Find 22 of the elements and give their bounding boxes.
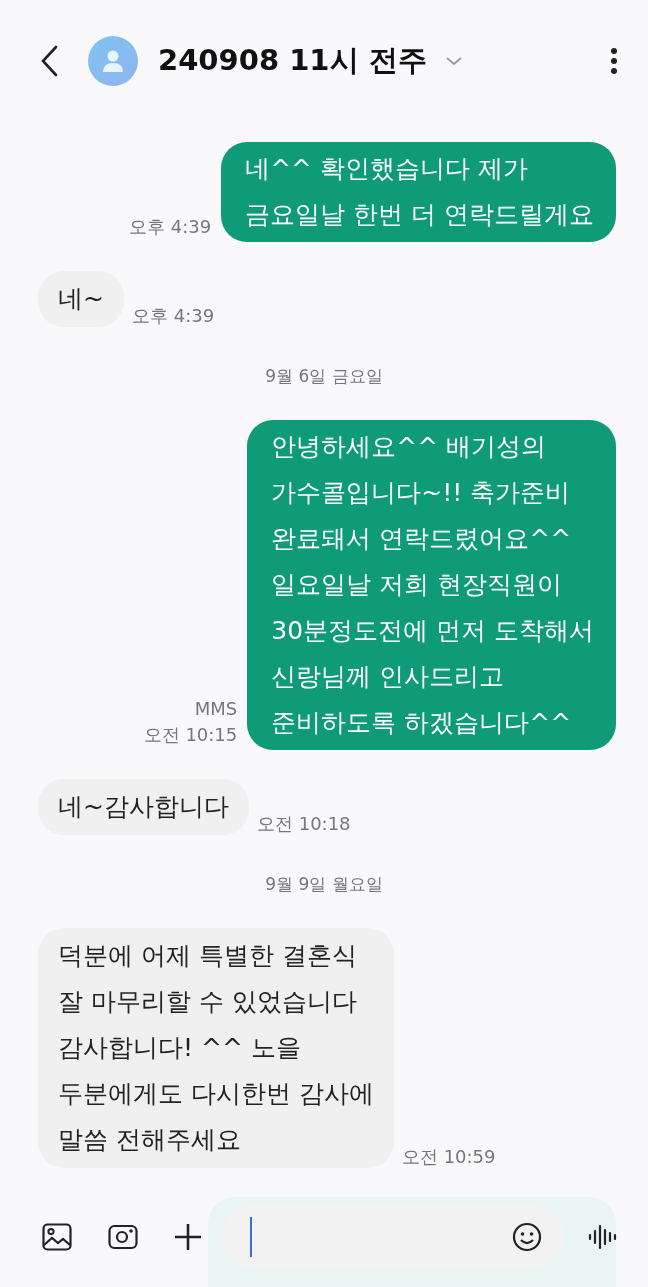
more-options-icon[interactable] (610, 47, 618, 75)
message-time: 오후 4:39 (129, 215, 212, 239)
emoji-icon[interactable] (512, 1222, 542, 1252)
gallery-icon[interactable] (42, 1223, 72, 1251)
date-divider: 9월 6일 금요일 (265, 365, 383, 388)
message-time: 오후 4:39 (131, 304, 215, 328)
message-time: 오전 10:15 (143, 723, 238, 747)
message-bubble[interactable]: 네~감사합니다 (38, 779, 249, 835)
avatar-icon (88, 36, 138, 86)
camera-icon[interactable] (108, 1224, 138, 1250)
message-time: 오전 10:18 (256, 812, 351, 836)
message-time: 오전 10:59 (401, 1145, 496, 1169)
message-bubble[interactable]: 덕분에 어제 특별한 결혼식 잘 마무리할 수 있었습니다 감사합니다! ^^ 노을 두분에게도 다시한번 감사에 말씀 전해주세요 (38, 928, 394, 1168)
message-bubble[interactable]: 네~ (38, 271, 124, 327)
plus-icon[interactable] (174, 1223, 202, 1251)
conversation-title: 240908 11시 전주 (158, 42, 427, 79)
chevron-down-icon[interactable] (444, 55, 463, 67)
date-divider: 9월 9일 월요일 (265, 873, 383, 896)
message-bubble[interactable]: 네^^ 확인했습니다 제가 금요일날 한번 더 연락드릴게요 (221, 142, 616, 242)
message-bubble[interactable]: 안녕하세요^^ 배기성의 가수콜입니다~!! 축가준비 완료돼서 연락드렸어요^^ 일요일날 저희 현장직원이 30분정도전에 먼저 도착해서 신랑님께 인사드리고 준비하도록 하겠습니다^^ (247, 420, 616, 750)
voice-icon[interactable] (588, 1222, 618, 1252)
message-type: MMS (194, 697, 238, 721)
